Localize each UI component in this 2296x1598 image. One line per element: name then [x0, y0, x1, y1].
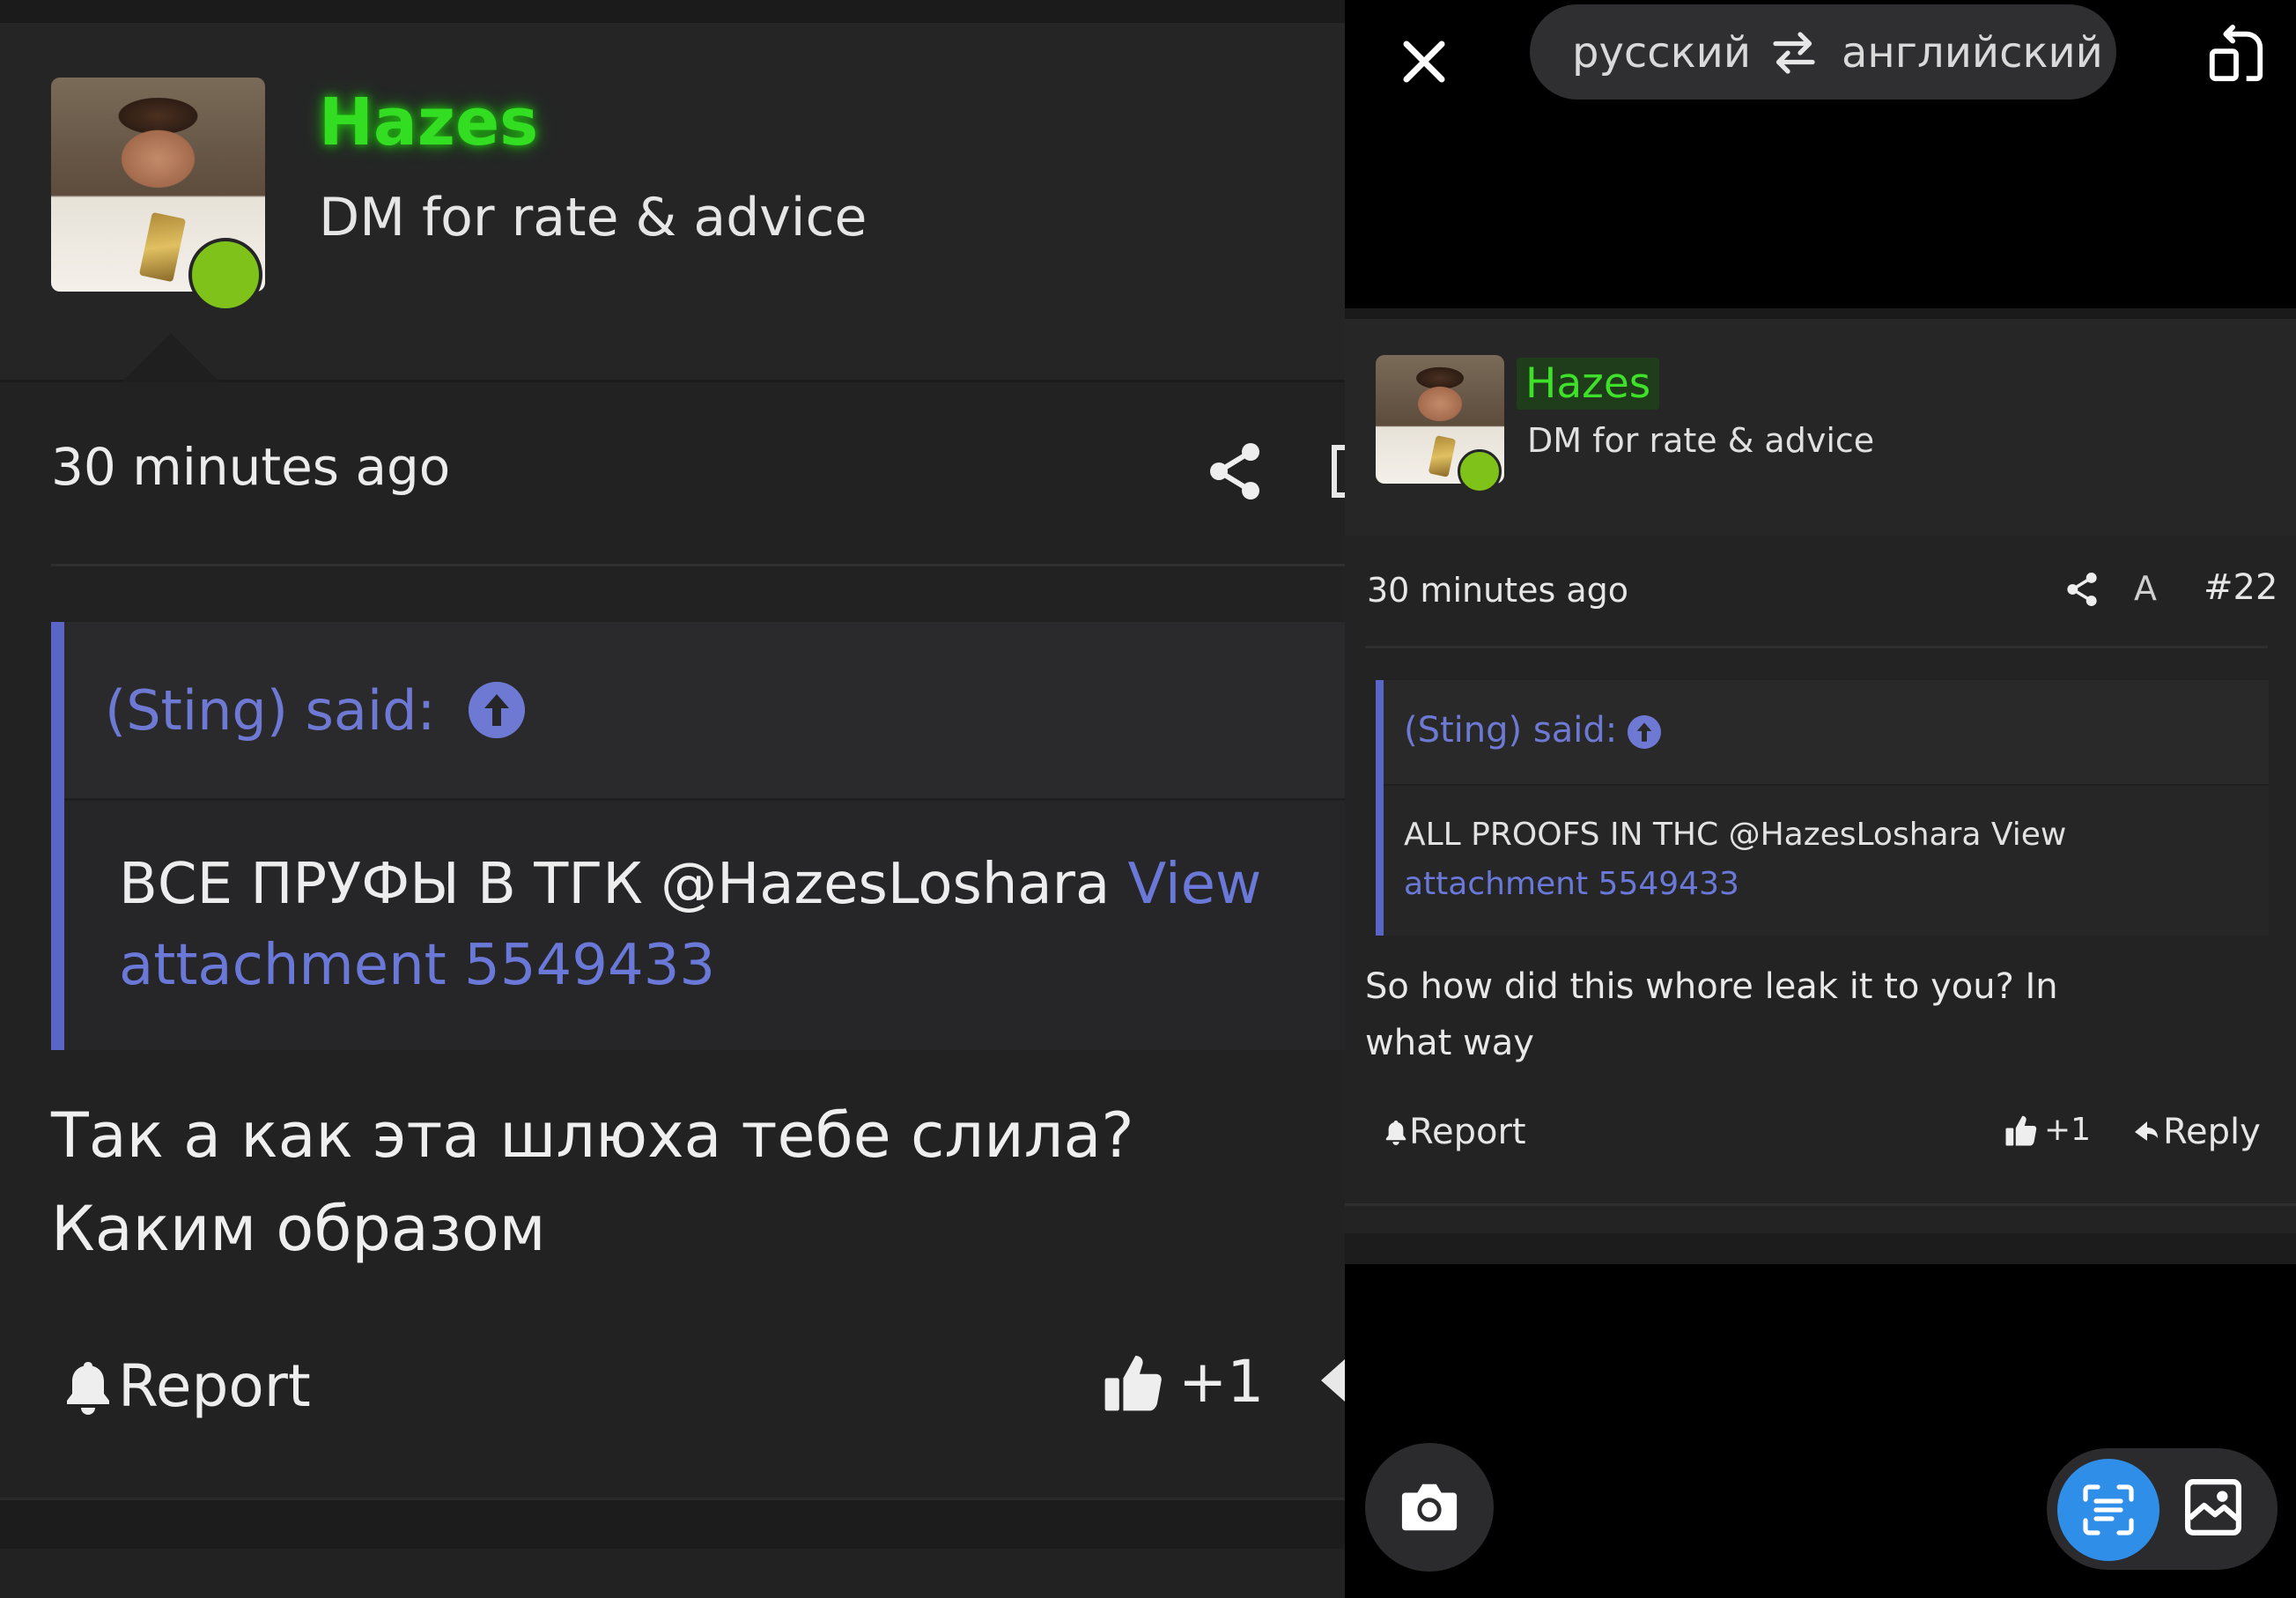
online-indicator [188, 238, 262, 312]
post-separator [0, 1498, 1345, 1549]
arrow-up-circle-icon[interactable] [469, 682, 525, 738]
report-label: Report [118, 1352, 311, 1420]
translated-reply-label: Reply [2163, 1112, 2261, 1152]
quote-author[interactable]: (Sting) said: [105, 678, 435, 743]
translated-divider [1365, 646, 2268, 648]
translated-post-time: 30 minutes ago [1367, 571, 1628, 610]
translated-quote-text: ALL PROOFS IN THC @HazesLoshara View atta… [1404, 817, 2067, 902]
like-count: +1 [1178, 1348, 1265, 1416]
rotate-icon[interactable] [2205, 23, 2267, 86]
translated-reply-button[interactable]: Reply [2133, 1112, 2261, 1152]
post-number[interactable]: #22 [2204, 567, 2278, 608]
camera-button[interactable] [1365, 1443, 1494, 1572]
translated-thumbs-up-icon [2005, 1115, 2037, 1145]
text-scan-icon [2083, 1484, 2134, 1535]
translated-arrow-up-circle-icon[interactable] [1628, 715, 1661, 749]
username[interactable]: Hazes [319, 85, 538, 160]
original-page-panel: Hazes DM for rate & advice 30 minutes ag… [0, 0, 1345, 1598]
text-mode-button[interactable] [2057, 1459, 2159, 1561]
font-size-button[interactable]: A [2134, 569, 2157, 608]
translated-user-title: DM for rate & advice [1527, 421, 1875, 460]
thumbs-up-icon [1104, 1355, 1162, 1410]
translated-online-indicator [1458, 449, 1502, 493]
translated-like-count: +1 [2044, 1112, 2092, 1148]
translated-post-message: So how did this whore leak it to you? In… [1365, 966, 2058, 1063]
translated-card-separator [1345, 1203, 2296, 1206]
target-language[interactable]: английский [1842, 28, 2103, 78]
top-band [0, 0, 1345, 23]
divider [51, 564, 1345, 566]
translated-share-icon[interactable] [2065, 571, 2099, 608]
bookmark-icon[interactable] [1332, 445, 1345, 498]
share-icon[interactable] [1207, 440, 1263, 502]
translated-username[interactable]: Hazes [1517, 358, 1660, 410]
camera-icon [1401, 1483, 1458, 1531]
quote-text: ВСЕ ПРУФЫ В ТГК @HazesLoshara View attac… [119, 852, 1262, 998]
translated-card-bottom [1345, 1233, 2296, 1264]
reply-arrow-icon[interactable] [1321, 1359, 1345, 1402]
bell-icon [67, 1361, 109, 1415]
image-icon[interactable] [2184, 1478, 2242, 1536]
like-button[interactable]: +1 [1101, 1348, 1264, 1416]
translated-report-button[interactable]: Report [1384, 1112, 1526, 1152]
translated-attachment-link[interactable]: attachment 5549433 [1404, 866, 1739, 902]
post-time[interactable]: 30 minutes ago [51, 437, 450, 497]
reply-arrow-icon [2135, 1121, 2158, 1141]
translated-quote-author[interactable]: (Sting) said: [1404, 710, 1617, 751]
report-button[interactable]: Report [63, 1352, 311, 1420]
translated-report-label: Report [1409, 1112, 1526, 1152]
source-language[interactable]: русский [1572, 28, 1751, 78]
swap-icon[interactable] [1769, 29, 1819, 77]
header-pointer [122, 333, 220, 382]
translated-like-button[interactable]: +1 [2004, 1112, 2091, 1148]
post-message: Так а как эта шлюха тебе слила? Каким об… [51, 1099, 1134, 1265]
user-title: DM for rate & advice [319, 187, 867, 248]
language-selector[interactable]: русский английский [1530, 4, 2116, 100]
close-icon[interactable] [1389, 26, 1459, 97]
translated-bell-icon [1385, 1121, 1406, 1145]
